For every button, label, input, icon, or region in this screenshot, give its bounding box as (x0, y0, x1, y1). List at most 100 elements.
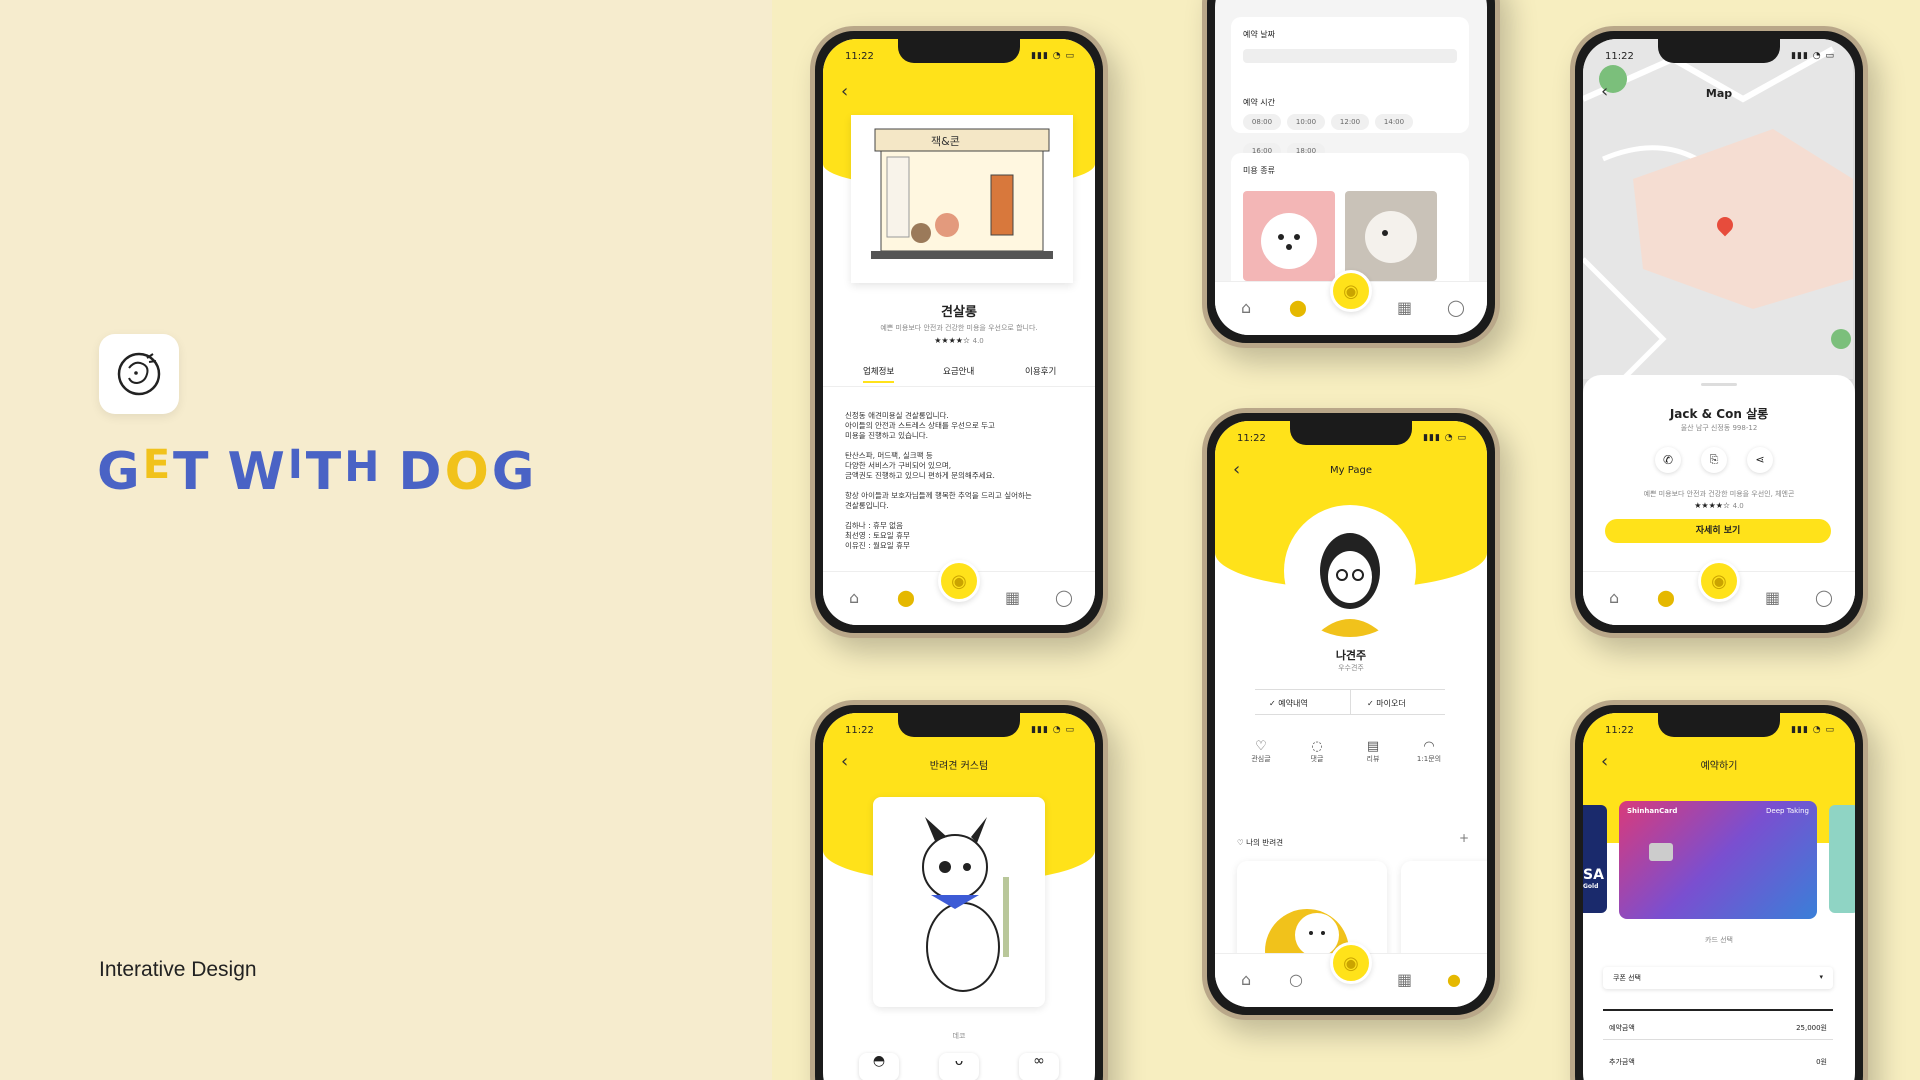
salon-info-line: 미용을 진행하고 있습니다. (845, 431, 929, 440)
amount-row: 예약금액 25,000원 (1609, 1024, 1827, 1032)
tab-reviews[interactable]: 이용후기 (1025, 365, 1056, 377)
home-icon[interactable]: ⌂ (849, 588, 859, 607)
salon-info-line (845, 511, 1032, 521)
map-salon-name: Jack & Con 살롱 (1669, 407, 1769, 421)
inquiry-menu[interactable]: ◠ 1:1문의 (1409, 739, 1449, 764)
salon-info-line: 이유진 : 월요일 휴무 (845, 541, 910, 550)
phone-icon[interactable]: ✆ (1655, 447, 1681, 473)
next-card[interactable] (1829, 805, 1855, 913)
salon-sign-text: 잭&콘 (931, 135, 960, 148)
bottom-tabbar: ⌂ ⬤ ◉ ▦ ◯ (1583, 560, 1855, 625)
map-pin-icon[interactable]: ○ (1289, 970, 1303, 989)
time-slot[interactable]: 08:00 (1243, 114, 1281, 130)
center-logo-button[interactable]: ◉ (1330, 942, 1372, 984)
comments-menu[interactable]: ◌ 댓글 (1297, 739, 1337, 764)
salon-info-line: 신정동 애견미용실 견살롱입니다. (845, 411, 949, 420)
time-slot[interactable]: 14:00 (1375, 114, 1413, 130)
reviews-menu[interactable]: ▤ 리뷰 (1353, 739, 1393, 764)
salon-info-line: 견살롱입니다. (845, 501, 889, 510)
home-icon[interactable]: ⌂ (1609, 588, 1619, 607)
favorites-menu[interactable]: ♡ 관심글 (1241, 739, 1281, 764)
extra-row: 추가금액 0원 (1609, 1058, 1827, 1066)
salon-info-line (845, 481, 1032, 491)
grooming-photo-2[interactable] (1345, 191, 1437, 281)
tagline: Interative Design (99, 958, 257, 981)
salon-info-line: 최선영 : 토요일 휴무 (845, 531, 910, 540)
time-slots: 08:00 10:00 12:00 14:00 16:00 18:00 (1243, 109, 1463, 159)
phone-map: 11:22 ▮▮▮ ◔ ▭ ‹ Map Jack & Con 살롱 울산 남구 신… (1570, 26, 1868, 638)
salon-tabs: 업체정보 요금안내 이용후기 (823, 365, 1095, 387)
phone-salon-detail: 11:22 ▮▮▮ ◔ ▭ ‹ 잭&콘 견살롱 예쁜 미용보다 안전과 건강한 미… (810, 26, 1108, 638)
hat-icon[interactable]: ◓ (859, 1053, 899, 1080)
horns-icon[interactable]: ᴗ (939, 1053, 979, 1080)
user-icon[interactable]: ● (1447, 970, 1461, 989)
user-icon[interactable]: ◯ (1447, 298, 1465, 317)
bottom-tabbar: ⌂ ○ ◉ ▦ ● (1215, 942, 1487, 1007)
back-button[interactable]: ‹ (841, 81, 848, 102)
salon-info-line: 항상 아이들과 보호자님들께 행복한 추억을 드리고 싶어하는 (845, 491, 1032, 500)
phone-mypage: 11:22 ▮▮▮ ◔ ▭ ‹ My Page 나견주 우수견주 ✓ 예약내역 ✓… (1202, 408, 1500, 1020)
map-pin-icon[interactable]: ⬤ (1657, 588, 1675, 607)
time-slot[interactable]: 12:00 (1331, 114, 1369, 130)
home-icon[interactable]: ⌂ (1241, 970, 1251, 989)
reservations-button[interactable]: ✓ 예약내역 (1269, 698, 1308, 709)
custom-title: 반려견 커스텀 (929, 761, 989, 772)
center-logo-button[interactable]: ◉ (1330, 270, 1372, 312)
phone-payment: 11:22 ▮▮▮ ◔ ▭ ‹ 예약하기 SA Gold ShinhanCard De… (1570, 700, 1868, 1080)
salon-info-line: 아이들의 안전과 스트레스 상태를 우선으로 두고 (845, 421, 995, 430)
map-address: 울산 남구 신정동 998-12 (1680, 424, 1758, 432)
date-field[interactable] (1243, 49, 1457, 63)
user-icon[interactable]: ◯ (1055, 588, 1073, 607)
phone-booking: 예약 날짜 예약 시간 08:00 10:00 12:00 14:00 16:00 18… (1202, 0, 1500, 348)
glasses-icon[interactable]: ∞ (1019, 1053, 1059, 1080)
tab-price[interactable]: 요금안내 (943, 365, 974, 377)
map-pin-icon[interactable]: ⬤ (897, 588, 915, 607)
mypage-menu: ♡ 관심글 ◌ 댓글 ▤ 리뷰 ◠ 1:1문의 (1235, 739, 1465, 779)
center-logo-button[interactable]: ◉ (938, 560, 980, 602)
visa-card[interactable]: SA Gold (1583, 805, 1607, 913)
comment-icon: ◌ (1311, 739, 1323, 754)
calendar-icon[interactable]: ▦ (1005, 588, 1020, 607)
calendar-icon[interactable]: ▦ (1397, 298, 1412, 317)
bookmark-icon[interactable]: ⎘ (1701, 447, 1727, 473)
share-icon[interactable]: ⋖ (1747, 447, 1773, 473)
tab-info[interactable]: 업체정보 (863, 365, 895, 383)
user-grade: 우수견주 (1338, 664, 1364, 672)
bottom-tabbar: ⌂ ⬤ ◉ ▦ ◯ (823, 560, 1095, 625)
map-pin-icon[interactable]: ⬤ (1289, 298, 1307, 317)
salon-rating: ★★★★☆ 4.0 (934, 336, 984, 345)
details-button[interactable]: 자세히 보기 (1605, 519, 1831, 543)
calendar-icon[interactable]: ▦ (1397, 970, 1412, 989)
heart-icon: ♡ (1255, 739, 1267, 754)
time-slot[interactable]: 10:00 (1287, 114, 1325, 130)
shinhan-card[interactable]: ShinhanCard Deep Taking (1619, 801, 1817, 919)
salon-desc: 예쁜 미용보다 안전과 건강한 미용을 우선으로 합니다. (880, 324, 1038, 332)
coupon-select[interactable]: 쿠폰 선택 ▾ (1603, 967, 1833, 989)
phone-custom: 11:22 ▮▮▮ ◔ ▭ ‹ 반려견 커스텀 데코 ◓ ᴗ ∞ (810, 700, 1108, 1080)
review-icon: ▤ (1366, 739, 1380, 754)
avatar (1284, 505, 1416, 637)
calendar-icon[interactable]: ▦ (1765, 588, 1780, 607)
user-icon[interactable]: ◯ (1815, 588, 1833, 607)
salon-info-line (845, 441, 1032, 451)
home-icon[interactable]: ⌂ (1241, 298, 1251, 317)
add-pet-button[interactable]: + (1459, 831, 1469, 845)
salon-name: 견살롱 (941, 305, 977, 320)
salon-illustration: 잭&콘 (851, 115, 1073, 283)
salon-info-line: 금액권도 진행하고 있으니 편하게 문의해주세요. (845, 471, 995, 480)
center-logo-button[interactable]: ◉ (1698, 560, 1740, 602)
deco-label: 데코 (952, 1032, 966, 1040)
grooming-photo-1[interactable] (1243, 191, 1335, 281)
chevron-down-icon: ▾ (1819, 973, 1823, 981)
app-logo (99, 334, 179, 414)
order-buttons: ✓ 예약내역 ✓ 마이오더 (1255, 689, 1445, 715)
map-desc: 예쁜 미용보다 안전과 건강한 미용을 우선인, 체엔곤 (1643, 490, 1795, 498)
dog-preview (873, 797, 1045, 1007)
map-title: Map (1705, 87, 1733, 100)
headset-icon: ◠ (1423, 739, 1435, 754)
dog-logo-icon (117, 352, 161, 396)
salon-info-text: 신정동 애견미용실 견살롱입니다. 아이들의 안전과 스트레스 상태를 우선으로 … (845, 411, 1032, 551)
my-order-button[interactable]: ✓ 마이오더 (1367, 698, 1406, 709)
brand-wordmark: GETWITHDOG (97, 442, 536, 502)
my-pets-label: ♡ 나의 반려견 (1237, 838, 1283, 847)
